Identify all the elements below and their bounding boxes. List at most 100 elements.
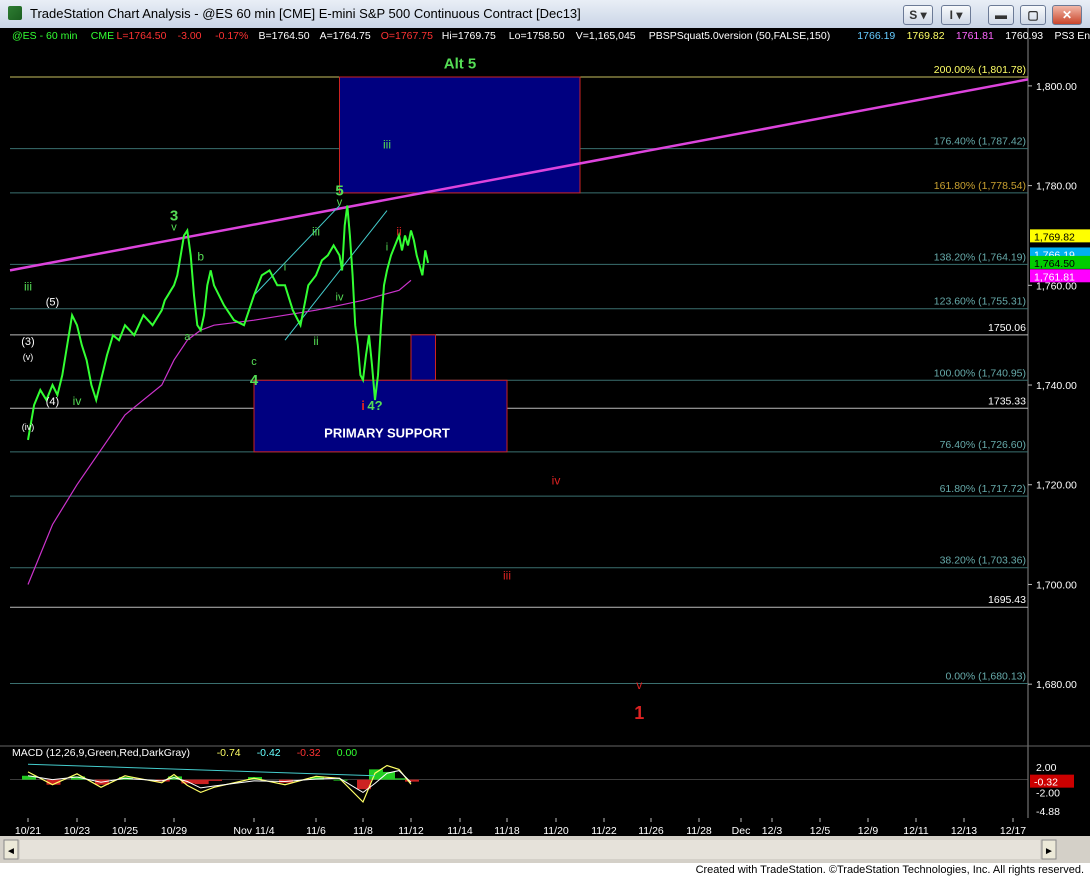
- minimize-button[interactable]: ▬: [988, 5, 1014, 25]
- macd-value: -0.32: [297, 747, 321, 759]
- wave-label: v: [337, 197, 343, 209]
- window-title: TradeStation Chart Analysis - @ES 60 min…: [30, 6, 581, 21]
- x-tick-label: 11/6: [306, 825, 326, 837]
- scroll-track[interactable]: [20, 840, 1040, 859]
- x-tick-label: 11/8: [353, 825, 373, 837]
- symbol-info-item: V=1,165,045: [576, 30, 636, 42]
- y-tick-label: 1,740.00: [1036, 380, 1077, 392]
- symbol-info-item: 1760.93: [1005, 30, 1043, 42]
- macd-value: 0.00: [337, 747, 358, 759]
- last-price-tag-label: 1,769.82: [1034, 231, 1075, 243]
- symbol-info-item: 1766.19: [857, 30, 895, 42]
- chevron-down-icon: ▾: [920, 8, 927, 22]
- x-tick-label: 11/18: [494, 825, 520, 837]
- x-tick-label: 11/22: [591, 825, 617, 837]
- symbol-info-item: PS3 Ens: [1055, 30, 1090, 42]
- y-tick-label: 1,720.00: [1036, 480, 1077, 492]
- wave-label: Alt 5: [444, 55, 477, 72]
- fib-level-label: 38.20% (1,703.36): [940, 555, 1026, 567]
- maximize-button[interactable]: ▢: [1020, 5, 1046, 25]
- wave-label: iv: [336, 291, 344, 303]
- symbol-info-item: L=1764.50: [117, 30, 167, 42]
- price-chart[interactable]: @ES - 60 min CME L=1764.50 -3.00 -0.17% B=176…: [0, 28, 1090, 863]
- wave-label: iii: [312, 224, 320, 238]
- x-tick-label: 10/21: [15, 825, 41, 837]
- fib-level-label: 138.20% (1,764.19): [934, 251, 1026, 263]
- fib-level-label: 123.60% (1,755.31): [934, 296, 1026, 308]
- macd-value: -0.42: [257, 747, 281, 759]
- fib-level-label: 1750.06: [988, 322, 1026, 334]
- macd-value: -0.74: [217, 747, 241, 759]
- macd-histogram-bar: [393, 778, 407, 780]
- fib-level-label: 161.80% (1,778.54): [934, 180, 1026, 192]
- wave-label: a: [184, 331, 191, 343]
- wave-label: i: [386, 241, 388, 253]
- wave-label: iv: [552, 474, 561, 488]
- macd-histogram-bar: [194, 779, 209, 785]
- x-tick-label: 10/25: [112, 825, 138, 837]
- symbol-info-item: 1769.82: [907, 30, 945, 42]
- wave-label: 1: [634, 703, 644, 723]
- wave-label: iv: [73, 394, 82, 408]
- wave-label: ii: [313, 334, 318, 348]
- scroll-right-icon: ►: [1044, 846, 1054, 857]
- symbol-info-item: 1761.81: [956, 30, 994, 42]
- x-tick-label: 12/9: [858, 825, 879, 837]
- close-button[interactable]: ✕: [1052, 5, 1082, 25]
- minimize-icon: ▬: [995, 8, 1007, 22]
- symbol-info-item: A=1764.75: [320, 30, 371, 42]
- wave-ii-box: [410, 334, 436, 381]
- symbol-info-item: Hi=1769.75: [442, 30, 496, 42]
- wave-label: (3): [21, 336, 34, 348]
- tradestation-app-icon: [8, 6, 22, 20]
- x-tick-label: 12/11: [903, 825, 929, 837]
- s-menu-button[interactable]: S ▾: [903, 5, 933, 25]
- x-tick-label: 12/17: [1000, 825, 1026, 837]
- fib-level-label: 200.00% (1,801.78): [934, 64, 1026, 76]
- x-tick-label: 11/20: [543, 825, 569, 837]
- x-tick-label: 12/5: [810, 825, 831, 837]
- fib-level-label: 100.00% (1,740.95): [934, 367, 1026, 379]
- last-price-tag-label: 1,764.50: [1034, 258, 1075, 270]
- wave-label: v: [636, 678, 642, 692]
- x-tick-label: 11/26: [638, 825, 664, 837]
- wave-label: b: [197, 249, 204, 263]
- symbol-info-item: CME: [91, 30, 114, 42]
- footer: Created with TradeStation. ©TradeStation…: [0, 863, 1090, 878]
- symbol-info-item: -0.17%: [215, 30, 248, 42]
- wave-label: 4: [250, 372, 259, 389]
- macd-tick-label: -4.88: [1036, 806, 1060, 818]
- x-tick-label: 10/29: [161, 825, 187, 837]
- y-tick-label: 1,700.00: [1036, 579, 1077, 591]
- chevron-down-icon: ▾: [956, 8, 963, 22]
- y-tick-label: 1,680.00: [1036, 679, 1077, 691]
- x-tick-label: 11/28: [686, 825, 712, 837]
- s-button-label: S: [909, 8, 918, 22]
- fib-level-label: 1735.33: [988, 395, 1026, 407]
- wave-label: c: [251, 356, 257, 368]
- macd-tag-label: -0.32: [1034, 777, 1058, 789]
- wave-label: (v): [23, 352, 34, 362]
- fib-level-label: 76.40% (1,726.60): [940, 439, 1026, 451]
- wave-label: (iv): [22, 422, 35, 432]
- wave-label: v: [171, 221, 177, 233]
- x-tick-label: 10/23: [64, 825, 90, 837]
- x-tick-label: Nov 11/4: [233, 825, 274, 837]
- x-tick-label: 12/3: [762, 825, 783, 837]
- copyright-text: Created with TradeStation. ©TradeStation…: [695, 864, 1084, 876]
- primary-support-box-label: PRIMARY SUPPORT: [324, 425, 450, 440]
- window-titlebar: TradeStation Chart Analysis - @ES 60 min…: [0, 0, 1090, 29]
- wave-label: iii: [24, 279, 32, 293]
- x-tick-label: 12/13: [951, 825, 977, 837]
- symbol-info-item: @ES - 60 min: [12, 30, 78, 42]
- macd-tick-label: 2.00: [1036, 762, 1057, 774]
- macd-histogram-bar: [208, 779, 222, 781]
- x-tick-label: 11/12: [398, 825, 424, 837]
- wave-label: 4?: [367, 398, 382, 413]
- wave-label: i: [284, 261, 286, 273]
- i-menu-button[interactable]: I ▾: [941, 5, 971, 25]
- macd-tick-label: -2.00: [1036, 787, 1060, 799]
- chart-area[interactable]: @ES - 60 min CME L=1764.50 -3.00 -0.17% B=176…: [0, 28, 1090, 863]
- target-box-label: iii: [383, 138, 391, 152]
- target-box: [339, 76, 581, 194]
